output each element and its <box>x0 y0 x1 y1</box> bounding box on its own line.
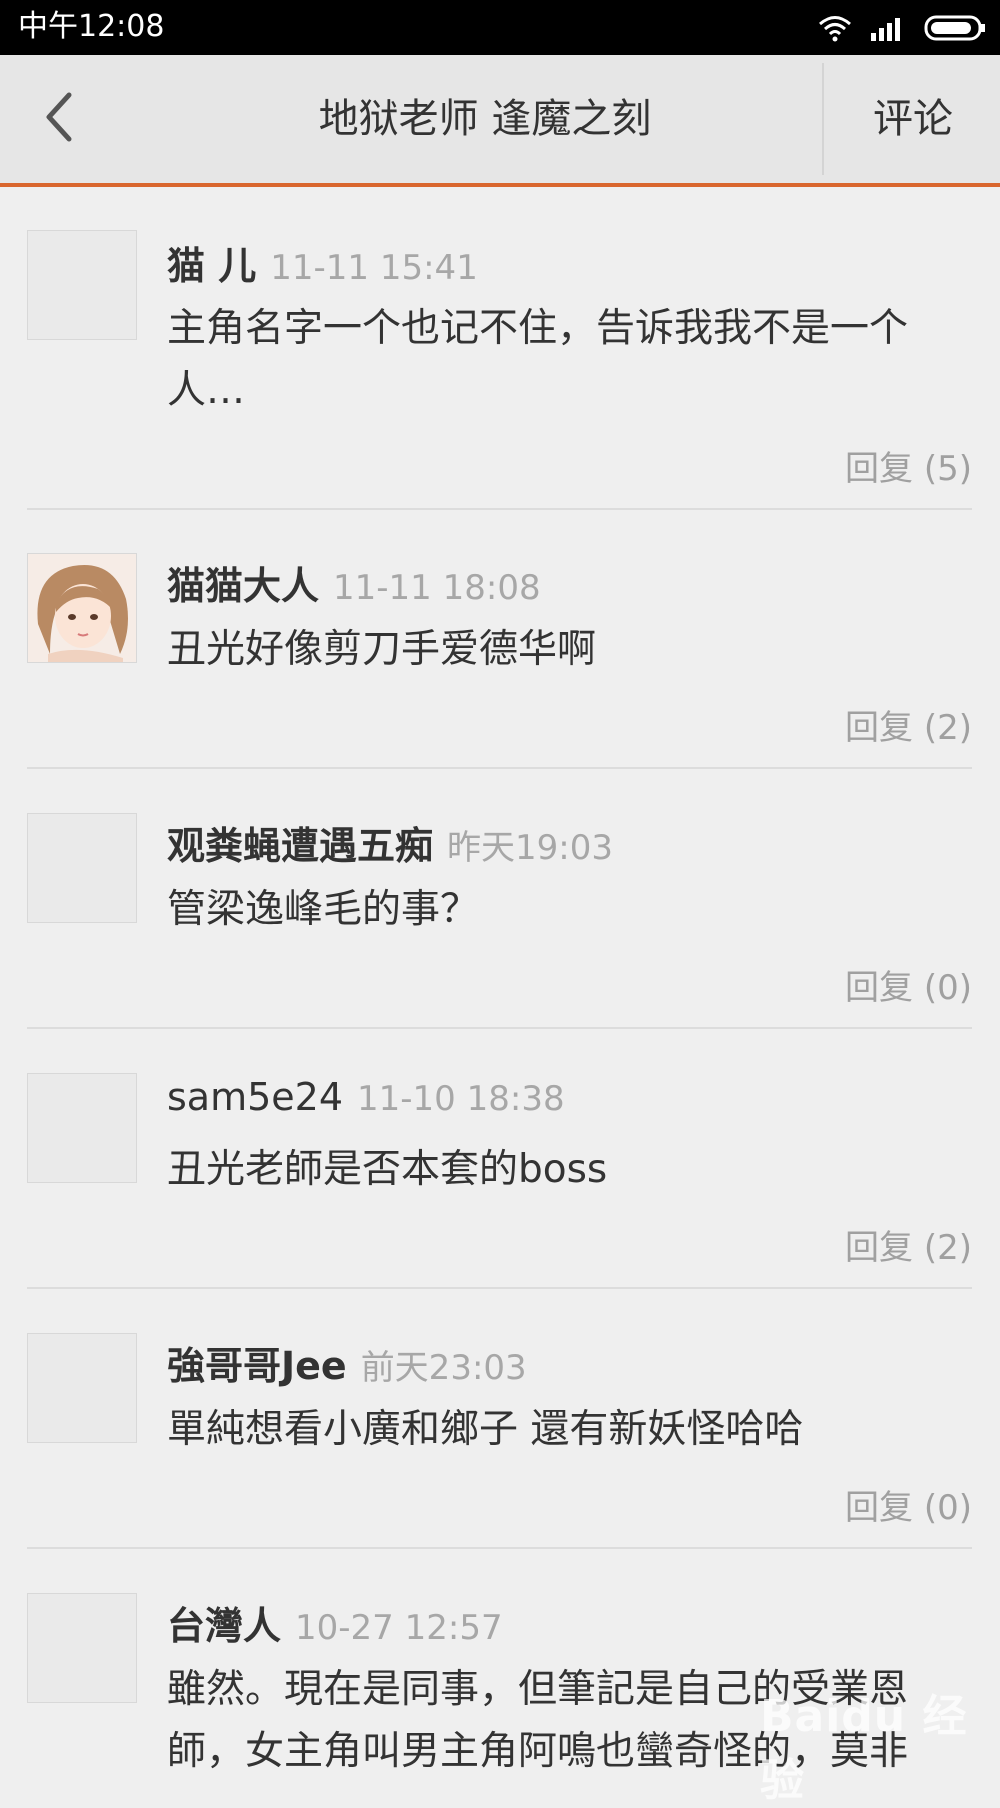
comment-header: 強哥哥Jee 前天23:03 <box>167 1335 527 1390</box>
comment-time: 昨天19:03 <box>447 828 613 868</box>
avatar[interactable] <box>27 813 137 923</box>
comment-author[interactable]: 強哥哥Jee <box>167 1344 347 1388</box>
comment-author[interactable]: sam5e24 <box>167 1075 343 1119</box>
avatar[interactable] <box>27 553 137 663</box>
comment-text: 主角名字一个也记不住，告诉我我不是一个人… <box>167 306 909 413</box>
avatar[interactable] <box>27 1073 137 1183</box>
divider <box>27 1287 972 1289</box>
reply-button[interactable]: 回复 (5) <box>845 441 972 490</box>
comment-author[interactable]: 猫猫大人 <box>167 564 319 608</box>
chevron-left-icon <box>46 92 72 142</box>
status-time: 中午12:08 <box>18 9 165 44</box>
comment-header: 猫猫大人 11-11 18:08 <box>167 555 541 610</box>
header-bar: 地狱老师 逢魔之刻 评论 <box>0 55 1000 187</box>
signal-icon <box>871 18 900 41</box>
status-bar: 中午12:08 <box>0 0 1000 55</box>
battery-icon <box>924 15 985 41</box>
comment-header: 猫 儿 11-11 15:41 <box>167 235 478 290</box>
reply-button[interactable]: 回复 (0) <box>845 1480 972 1529</box>
page-title: 地狱老师 逢魔之刻 <box>318 96 652 142</box>
avatar[interactable] <box>27 230 137 340</box>
reply-button[interactable]: 回复 (2) <box>845 700 972 749</box>
divider <box>27 508 972 510</box>
comment-header: 观粪蝇遭遇五痴 昨天19:03 <box>167 815 613 870</box>
avatar[interactable] <box>27 1333 137 1443</box>
header-divider <box>822 63 824 175</box>
comment-text: 丑光老師是否本套的boss <box>167 1147 608 1192</box>
comment-header: 台灣人 10-27 12:57 <box>167 1595 503 1650</box>
comment-header: sam5e24 11-10 18:38 <box>167 1075 565 1119</box>
comment-author[interactable]: 台灣人 <box>167 1604 281 1648</box>
wifi-icon <box>819 16 851 42</box>
comment-text: 管梁逸峰毛的事？ <box>167 887 480 932</box>
comment-text: 丑光好像剪刀手爱德华啊 <box>167 627 597 672</box>
comment-time: 11-11 18:08 <box>333 568 541 608</box>
watermark-logo: Baidu 经验 <box>760 1691 968 1806</box>
divider <box>27 767 972 769</box>
status-icons <box>818 12 986 44</box>
divider <box>27 1027 972 1029</box>
back-button[interactable] <box>28 85 88 149</box>
comment-text: 單純想看小廣和鄉子 還有新妖怪哈哈 <box>167 1407 804 1452</box>
comment-time: 11-11 15:41 <box>270 248 478 288</box>
divider <box>27 1547 972 1549</box>
avatar[interactable] <box>27 1593 137 1703</box>
reply-button[interactable]: 回复 (2) <box>845 1220 972 1269</box>
comment-button[interactable]: 评论 <box>826 55 1000 183</box>
comment-author[interactable]: 观粪蝇遭遇五痴 <box>167 824 433 868</box>
reply-button[interactable]: 回复 (0) <box>845 960 972 1009</box>
comment-author[interactable]: 猫 儿 <box>167 244 256 288</box>
comment-time: 10-27 12:57 <box>295 1608 503 1648</box>
comment-time: 前天23:03 <box>360 1348 527 1388</box>
avatar-illustration <box>28 554 136 662</box>
comment-time: 11-10 18:38 <box>357 1079 565 1119</box>
